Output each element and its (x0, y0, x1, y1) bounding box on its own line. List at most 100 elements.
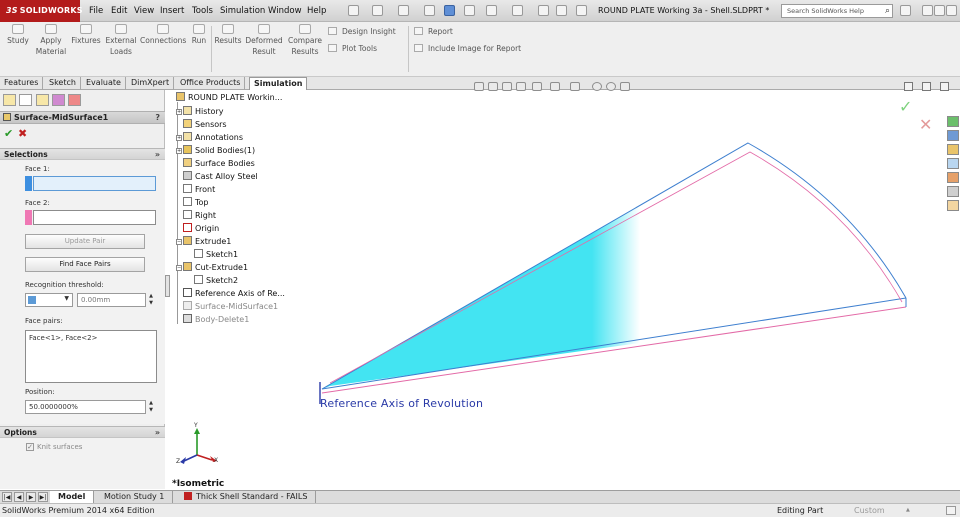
tree-item-sensors[interactable]: Sensors (183, 119, 227, 132)
tree-item-solid-bodies[interactable]: + Solid Bodies(1) (176, 145, 255, 158)
undo-icon[interactable] (464, 5, 475, 16)
open-icon[interactable] (372, 5, 383, 16)
face-pairs-list[interactable]: Face<1>, Face<2> (25, 330, 157, 383)
position-input[interactable]: 50.0000000% (25, 400, 146, 414)
tab-simulation[interactable]: Simulation (249, 77, 308, 90)
confirm-ok-icon[interactable]: ✓ (899, 97, 912, 116)
ok-button[interactable]: ✔ (4, 127, 13, 140)
compare-results-button[interactable]: Compare Results (286, 24, 324, 57)
menu-view[interactable]: View (134, 0, 154, 22)
forum-icon[interactable] (947, 200, 959, 211)
face-pair-item[interactable]: Face<1>, Face<2> (29, 334, 97, 342)
search-icon[interactable]: ⌕ (885, 5, 890, 17)
file-explorer-icon[interactable] (947, 144, 959, 155)
knit-surfaces-checkbox[interactable]: ✓ (26, 443, 34, 451)
section-view-icon[interactable] (516, 82, 526, 91)
confirm-cancel-icon[interactable]: ✕ (919, 115, 932, 134)
options-icon[interactable] (444, 5, 455, 16)
new-document-icon[interactable] (348, 5, 359, 16)
restore-icon[interactable] (934, 5, 945, 16)
cancel-button[interactable]: ✖ (18, 127, 27, 140)
display-style-icon[interactable] (550, 82, 560, 91)
rebuild-icon[interactable] (538, 5, 549, 16)
prev-tab-icon[interactable]: ◀ (14, 492, 24, 502)
threshold-input[interactable]: 0.00mm (77, 293, 146, 307)
propertymanager-tab-icon[interactable] (19, 94, 32, 106)
configurationmanager-tab-icon[interactable] (36, 94, 49, 106)
fixtures-button[interactable]: Fixtures (70, 24, 102, 46)
appearances-icon[interactable] (947, 172, 959, 183)
help-icon[interactable]: ? (155, 112, 160, 123)
tree-item-top-plane[interactable]: Top (183, 197, 209, 210)
tab-sketch[interactable]: Sketch (45, 77, 81, 90)
tree-item-sketch1[interactable]: Sketch1 (194, 249, 238, 262)
include-image-button[interactable]: Include Image for Report (414, 44, 521, 53)
report-button[interactable]: Report (414, 27, 453, 36)
custom-properties-icon[interactable] (947, 186, 959, 197)
solidworks-logo[interactable]: 3S SOLIDWORKS (0, 0, 83, 22)
position-spinner[interactable]: ▲ ▼ (147, 400, 155, 414)
tree-item-cut-extrude1[interactable]: − Cut-Extrude1 (176, 262, 248, 275)
tree-item-front-plane[interactable]: Front (183, 184, 215, 197)
viewport-close-icon[interactable] (940, 82, 949, 91)
select-icon[interactable] (512, 5, 523, 16)
tab-office-products[interactable]: Office Products (176, 77, 246, 90)
featuremanager-tab-icon[interactable] (3, 94, 16, 106)
study-button[interactable]: Study (5, 24, 31, 46)
appearance-icon[interactable] (592, 82, 602, 91)
last-tab-icon[interactable]: ▶| (38, 492, 48, 502)
external-loads-button[interactable]: External Loads (103, 24, 139, 57)
viewport-minimize-icon[interactable] (904, 82, 913, 91)
design-insight-button[interactable]: Design Insight (328, 27, 396, 36)
help-question-icon[interactable] (900, 5, 911, 16)
help-icon[interactable] (946, 506, 956, 515)
view-orientation-icon[interactable] (532, 82, 542, 91)
tab-dimxpert[interactable]: DimXpert (127, 77, 175, 90)
tab-features[interactable]: Features (0, 77, 44, 90)
minimize-icon[interactable] (922, 5, 933, 16)
tree-item-material[interactable]: Cast Alloy Steel (183, 171, 258, 184)
file-properties-icon[interactable] (556, 5, 567, 16)
options-gear-icon[interactable] (576, 5, 587, 16)
tree-item-extrude1[interactable]: − Extrude1 (176, 236, 231, 249)
menu-insert[interactable]: Insert (160, 0, 184, 22)
dimxpertmanager-tab-icon[interactable] (52, 94, 65, 106)
print-icon[interactable] (424, 5, 435, 16)
tree-root[interactable]: ROUND PLATE Workin... (176, 92, 282, 105)
first-tab-icon[interactable]: |◀ (2, 492, 12, 502)
threshold-operator-select[interactable]: ▼ (25, 293, 73, 307)
close-icon[interactable] (946, 5, 957, 16)
zoom-to-fit-icon[interactable] (474, 82, 484, 91)
menu-edit[interactable]: Edit (111, 0, 127, 22)
menu-tools[interactable]: Tools (192, 0, 213, 22)
search-input[interactable]: Search SolidWorks Help ⌕ (781, 4, 893, 18)
view-palette-icon[interactable] (947, 158, 959, 169)
tree-item-midsurface1[interactable]: Surface-MidSurface1 (183, 301, 278, 314)
scene-icon[interactable] (606, 82, 616, 91)
update-pair-button[interactable]: Update Pair (25, 234, 145, 249)
tab-model[interactable]: Model (50, 491, 95, 503)
design-library-icon[interactable] (947, 130, 959, 141)
face2-selection-box[interactable] (33, 210, 156, 225)
threshold-spinner[interactable]: ▲ ▼ (147, 293, 155, 307)
units-selector[interactable]: Custom (854, 504, 909, 517)
tab-motion-study[interactable]: Motion Study 1 (96, 491, 174, 503)
menu-help[interactable]: Help (307, 0, 326, 22)
tree-item-origin[interactable]: Origin (183, 223, 219, 236)
save-icon[interactable] (398, 5, 409, 16)
displaymanager-tab-icon[interactable] (68, 94, 81, 106)
previous-view-icon[interactable] (502, 82, 512, 91)
collapse-icon[interactable]: » (155, 149, 160, 160)
zoom-area-icon[interactable] (488, 82, 498, 91)
hide-show-items-icon[interactable] (570, 82, 580, 91)
tree-item-sketch2[interactable]: Sketch2 (194, 275, 238, 288)
tab-evaluate[interactable]: Evaluate (82, 77, 126, 90)
redo-icon[interactable] (486, 5, 497, 16)
resources-icon[interactable] (947, 116, 959, 127)
selections-group-header[interactable]: Selections» (0, 148, 165, 160)
menu-file[interactable]: File (89, 0, 103, 22)
collapse-icon[interactable]: » (155, 427, 160, 438)
menu-window[interactable]: Window (268, 0, 302, 22)
viewport-restore-icon[interactable] (922, 82, 931, 91)
panel-splitter-handle[interactable] (165, 275, 170, 297)
